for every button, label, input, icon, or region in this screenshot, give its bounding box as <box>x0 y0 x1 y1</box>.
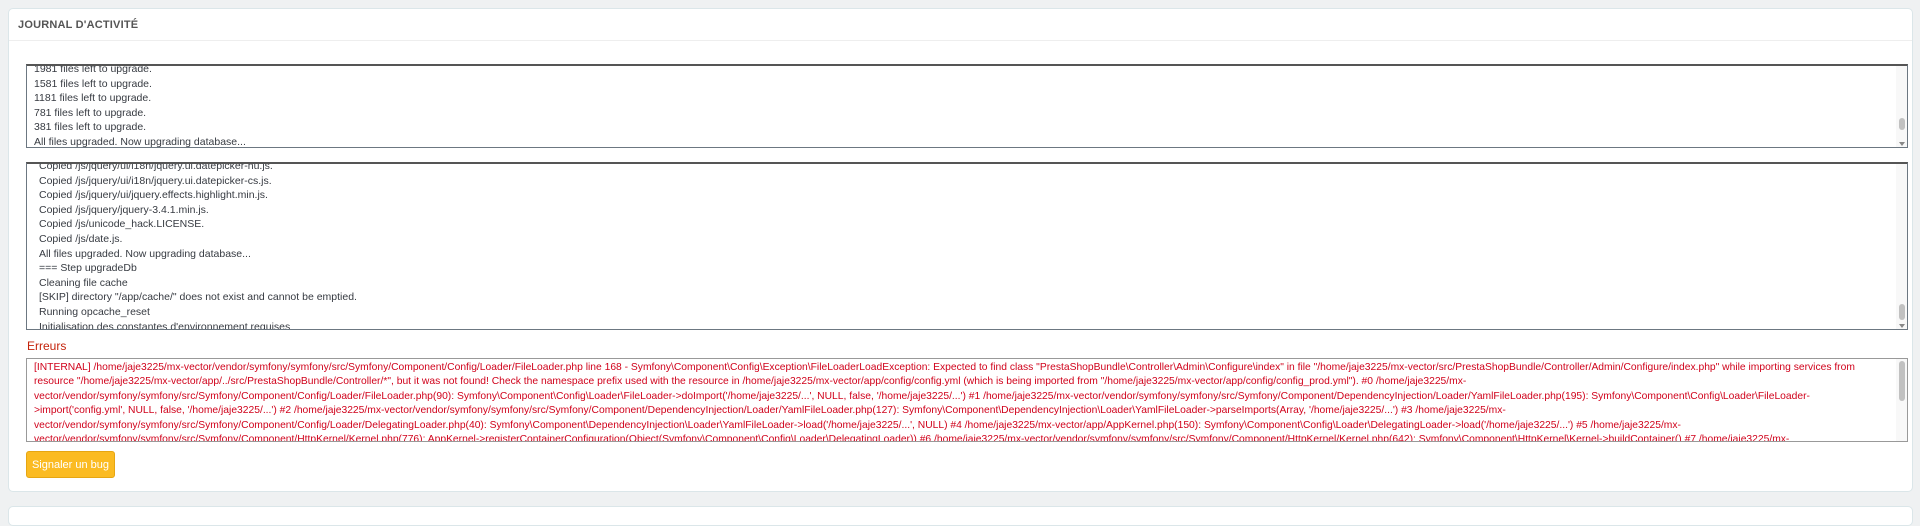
report-bug-button[interactable]: Signaler un bug <box>26 451 115 478</box>
log-lines: Copied /js/jquery/ui/i18n/jquery.ui.date… <box>27 162 1895 330</box>
upgrade-progress-log[interactable]: 1981 files left to upgrade. 1581 files l… <box>26 64 1908 148</box>
log-line: 1181 files left to upgrade. <box>34 92 152 105</box>
scroll-down-arrow-icon[interactable] <box>1899 324 1905 328</box>
scrollbar-thumb[interactable] <box>1899 304 1905 320</box>
log-line: All files upgraded. Now upgrading databa… <box>34 135 246 148</box>
log-line: Copied /js/date.js. <box>39 232 123 245</box>
log-line: Copied /js/jquery/ui/i18n/jquery.ui.date… <box>39 162 273 172</box>
log-line: Copied /js/jquery/ui/i18n/jquery.ui.date… <box>39 174 272 187</box>
panel-title: JOURNAL D'ACTIVITÉ <box>9 9 1912 41</box>
upgrade-detail-log[interactable]: Copied /js/jquery/ui/i18n/jquery.ui.date… <box>26 162 1908 330</box>
next-panel <box>8 506 1913 526</box>
log-line: Copied /js/jquery/jquery-3.4.1.min.js. <box>39 203 209 216</box>
scrollbar-thumb[interactable] <box>1899 118 1905 130</box>
log-line: 781 files left to upgrade. <box>34 106 147 119</box>
log-lines: 1981 files left to upgrade. 1581 files l… <box>27 64 1895 148</box>
log-line: Copied /js/jquery/ui/jquery.effects.high… <box>39 189 268 202</box>
scroll-down-arrow-icon[interactable] <box>1899 142 1905 146</box>
log-line: Initialisation des constantes d'environn… <box>39 320 291 330</box>
log-line: 1581 files left to upgrade. <box>34 77 152 90</box>
log-line: 1981 files left to upgrade. <box>34 64 152 75</box>
log-line: 381 files left to upgrade. <box>34 121 147 134</box>
log-scrollbar[interactable] <box>1896 66 1907 147</box>
log-line: Running opcache_reset <box>39 305 150 318</box>
activity-log-panel: JOURNAL D'ACTIVITÉ 1981 files left to up… <box>8 8 1913 492</box>
scrollbar-thumb[interactable] <box>1899 361 1905 401</box>
errors-log[interactable]: [INTERNAL] /home/jaje3225/mx-vector/vend… <box>26 358 1908 442</box>
log-line: Copied /js/unicode_hack.LICENSE. <box>39 218 205 231</box>
error-text: [INTERNAL] /home/jaje3225/mx-vector/vend… <box>34 362 1855 442</box>
log-line: All files upgraded. Now upgrading databa… <box>39 247 251 260</box>
errors-heading: Erreurs <box>27 339 67 353</box>
log-line: Cleaning file cache <box>39 276 128 289</box>
log-line: === Step upgradeDb <box>39 262 137 275</box>
log-scrollbar[interactable] <box>1896 359 1907 441</box>
log-line: [SKIP] directory "/app/cache/" does not … <box>39 291 357 304</box>
log-scrollbar[interactable] <box>1896 164 1907 329</box>
